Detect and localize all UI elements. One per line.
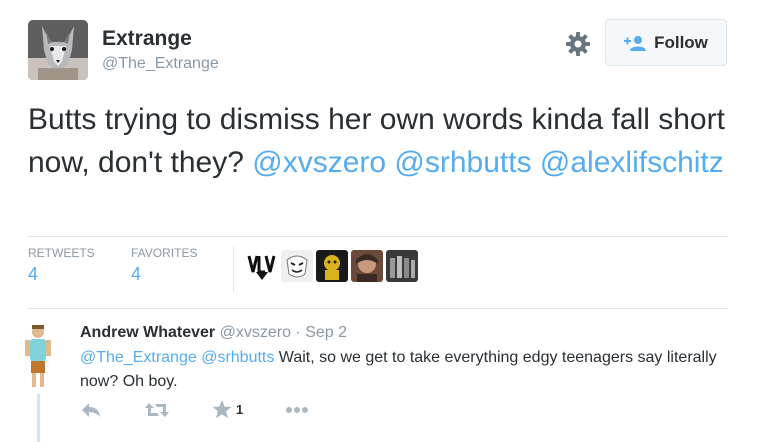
mention-link[interactable]: @srhbutts (201, 349, 274, 366)
reply-actions: 1 (80, 400, 351, 419)
mention-link[interactable]: @srhbutts (394, 146, 531, 179)
reply-tweet: Andrew Whatever @xvszero · Sep 2 @The_Ex… (0, 312, 764, 442)
retweets-count: 4 (28, 264, 39, 284)
retweet-button[interactable] (144, 401, 170, 419)
reply-avatar[interactable] (22, 322, 54, 394)
main-tweet: Extrange @The_Extrange Follow Butts tryi… (0, 0, 764, 310)
author-name[interactable]: Extrange (102, 27, 192, 51)
favoriter-avatars (246, 250, 418, 282)
wolf-avatar-icon (28, 20, 88, 80)
favoriter-avatar[interactable] (386, 250, 418, 282)
add-user-icon (624, 35, 647, 51)
star-icon (212, 400, 232, 419)
favorite-count: 1 (236, 402, 244, 417)
stat-separator (233, 246, 234, 292)
favoriter-avatar[interactable] (246, 250, 278, 282)
favorites-label: FAVORITES (131, 246, 198, 260)
favoriter-avatar[interactable] (316, 250, 348, 282)
meta-separator: · (290, 324, 306, 341)
favorites-count: 4 (131, 264, 142, 284)
retweets-label: RETWEETS (28, 246, 95, 260)
more-icon (286, 406, 309, 413)
thread-line (37, 394, 40, 442)
mention-link[interactable]: @alexlifschitz (540, 146, 724, 179)
author-avatar[interactable] (28, 20, 88, 80)
gear-icon[interactable] (562, 28, 594, 60)
reply-button[interactable] (80, 401, 102, 419)
retweet-icon (145, 402, 169, 417)
reply-icon (82, 402, 100, 417)
mention-link[interactable]: @xvszero (252, 146, 386, 179)
follow-label: Follow (654, 32, 708, 52)
favoriter-avatar[interactable] (351, 250, 383, 282)
more-button[interactable] (285, 406, 309, 414)
reply-author-name[interactable]: Andrew Whatever (80, 324, 215, 341)
favoriter-avatar[interactable] (281, 250, 313, 282)
favorites-stat[interactable]: FAVORITES 4 (131, 246, 197, 285)
reply-author-handle[interactable]: @xvszero (220, 324, 291, 341)
tweet-text: Butts trying to dismiss her own words ki… (28, 98, 748, 184)
favorite-button[interactable]: 1 (212, 400, 243, 419)
divider (28, 308, 728, 309)
divider (28, 236, 728, 237)
reply-header: Andrew Whatever @xvszero · Sep 2 (80, 324, 347, 342)
mention-link[interactable]: @The_Extrange (80, 349, 197, 366)
retweets-stat[interactable]: RETWEETS 4 (28, 246, 95, 285)
author-handle[interactable]: @The_Extrange (102, 55, 219, 73)
reply-text: @The_Extrange @srhbutts Wait, so we get … (80, 346, 720, 394)
follow-button[interactable]: Follow (605, 19, 727, 66)
reply-date[interactable]: Sep 2 (305, 324, 347, 341)
